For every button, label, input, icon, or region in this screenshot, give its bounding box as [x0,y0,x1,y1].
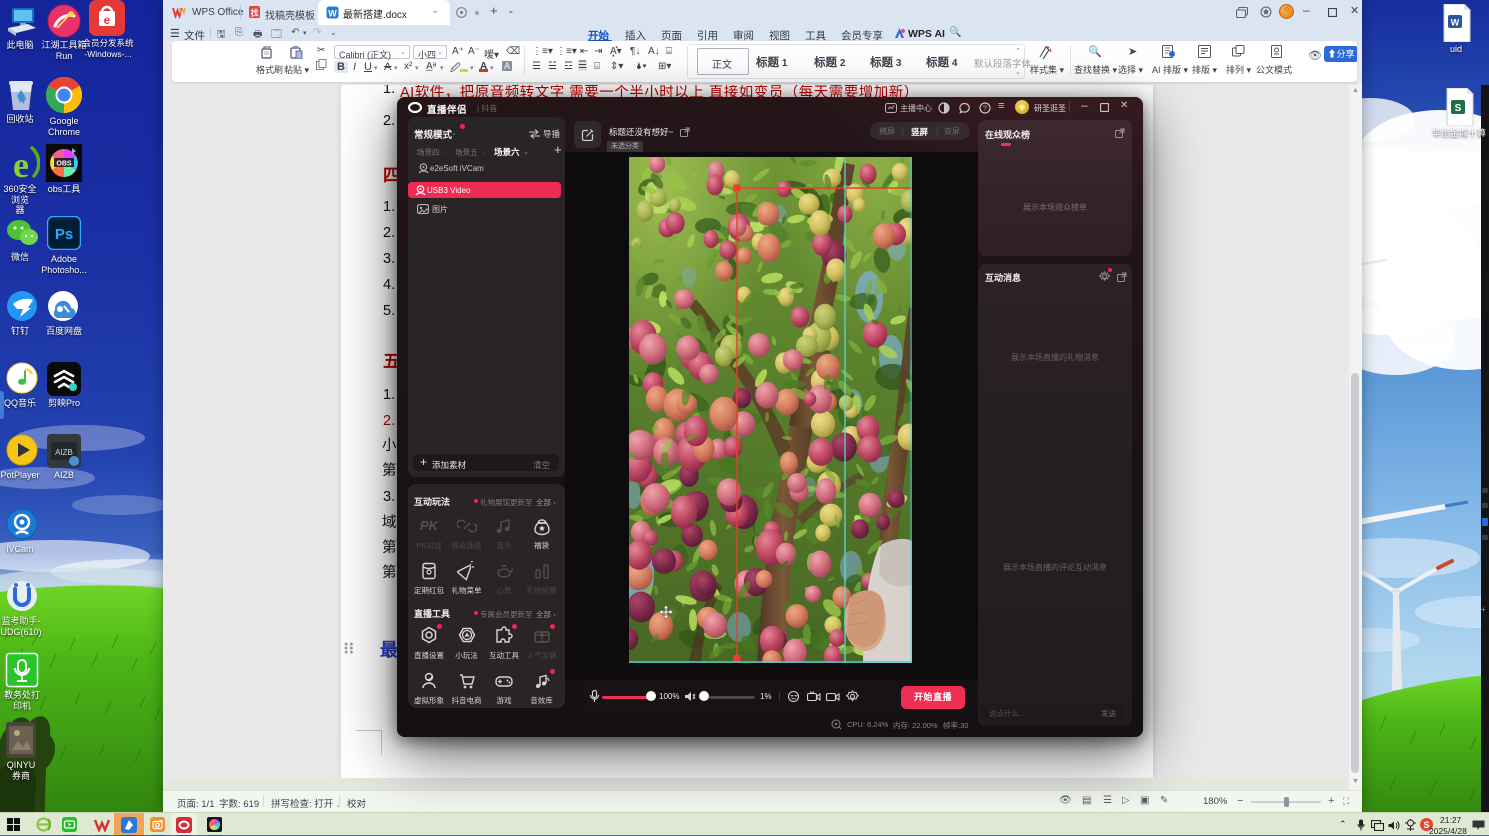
svg-text:W: W [328,9,337,19]
svg-text:S: S [1455,103,1462,114]
svg-text:?: ? [983,106,987,113]
svg-text:W: W [1451,18,1460,28]
svg-text:Ps: Ps [55,226,73,243]
svg-text:e: e [104,13,111,27]
svg-text:PK: PK [420,518,439,533]
svg-text:e: e [13,145,29,184]
svg-text:AIZB: AIZB [55,448,73,457]
svg-text:找: 找 [251,8,259,18]
svg-text:OBS: OBS [56,161,72,168]
